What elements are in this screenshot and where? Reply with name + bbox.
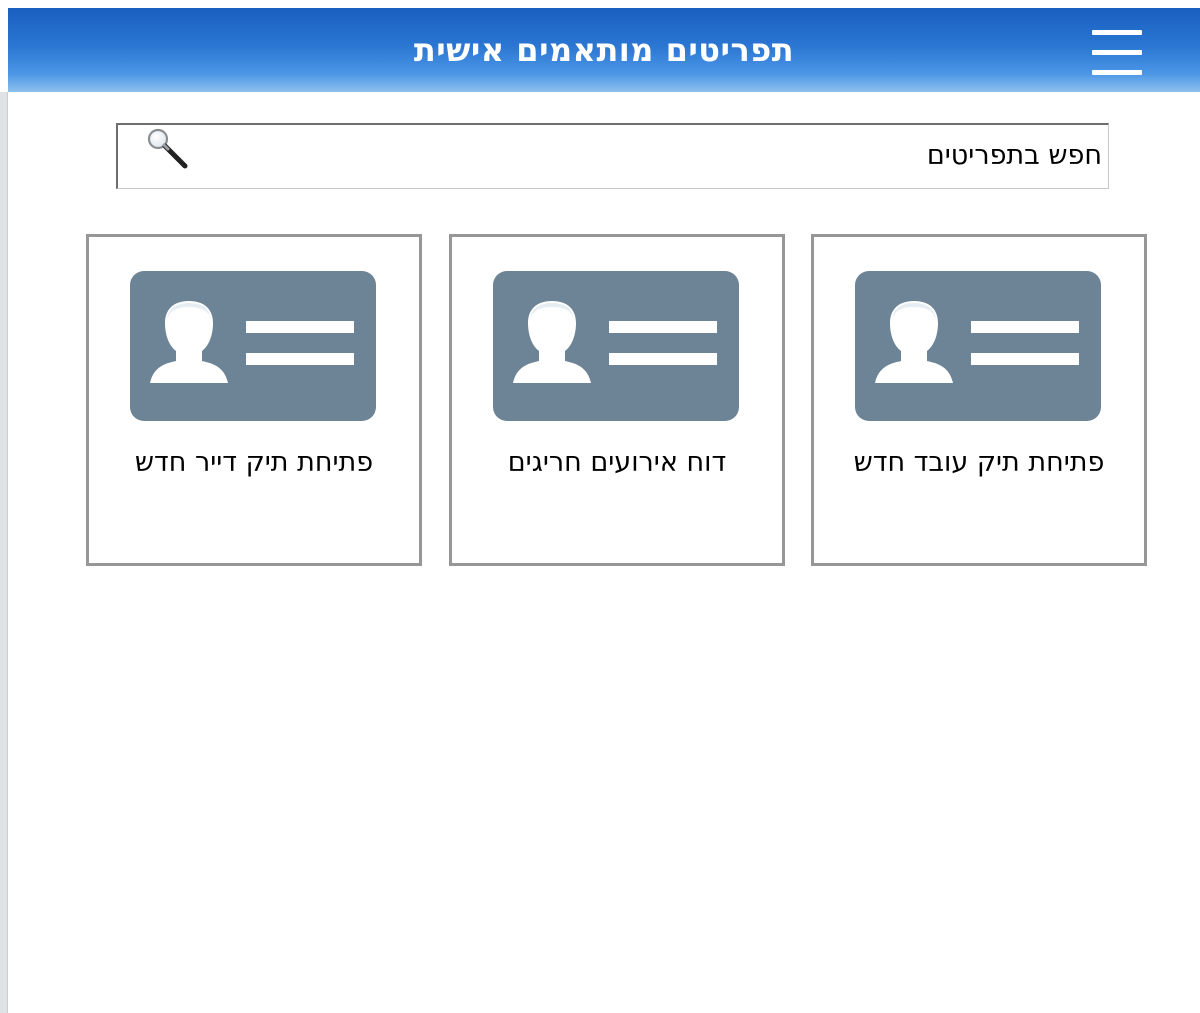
app-page: תפריטים מותאמים אישית חפש בתפריטים פתיחת… (0, 0, 1200, 1013)
tile-label: פתיחת תיק עובד חדש (853, 447, 1105, 478)
search-icon[interactable] (144, 127, 190, 173)
id-card-icon (130, 271, 376, 421)
search-box[interactable] (116, 123, 1109, 189)
tile-new-employee-file[interactable]: פתיחת תיק עובד חדש (811, 234, 1147, 566)
left-scroll-rail[interactable] (0, 92, 8, 1013)
tile-label: פתיחת תיק דייר חדש (134, 447, 374, 478)
hamburger-menu-icon[interactable] (1090, 28, 1146, 80)
tile-new-resident-file[interactable]: פתיחת תיק דייר חדש (86, 234, 422, 566)
tile-exceptional-events-report[interactable]: דוח אירועים חריגים (449, 234, 785, 566)
menu-bar-bottom (1092, 70, 1142, 75)
search-input[interactable] (208, 129, 1102, 181)
menu-bar-middle (1092, 50, 1142, 55)
menu-bar-top (1092, 30, 1142, 35)
id-card-icon (855, 271, 1101, 421)
page-title: תפריטים מותאמים אישית (413, 31, 795, 69)
app-header: תפריטים מותאמים אישית (8, 8, 1200, 92)
id-card-icon (493, 271, 739, 421)
top-strip (0, 0, 1200, 8)
tile-label: דוח אירועים חריגים (507, 447, 727, 478)
